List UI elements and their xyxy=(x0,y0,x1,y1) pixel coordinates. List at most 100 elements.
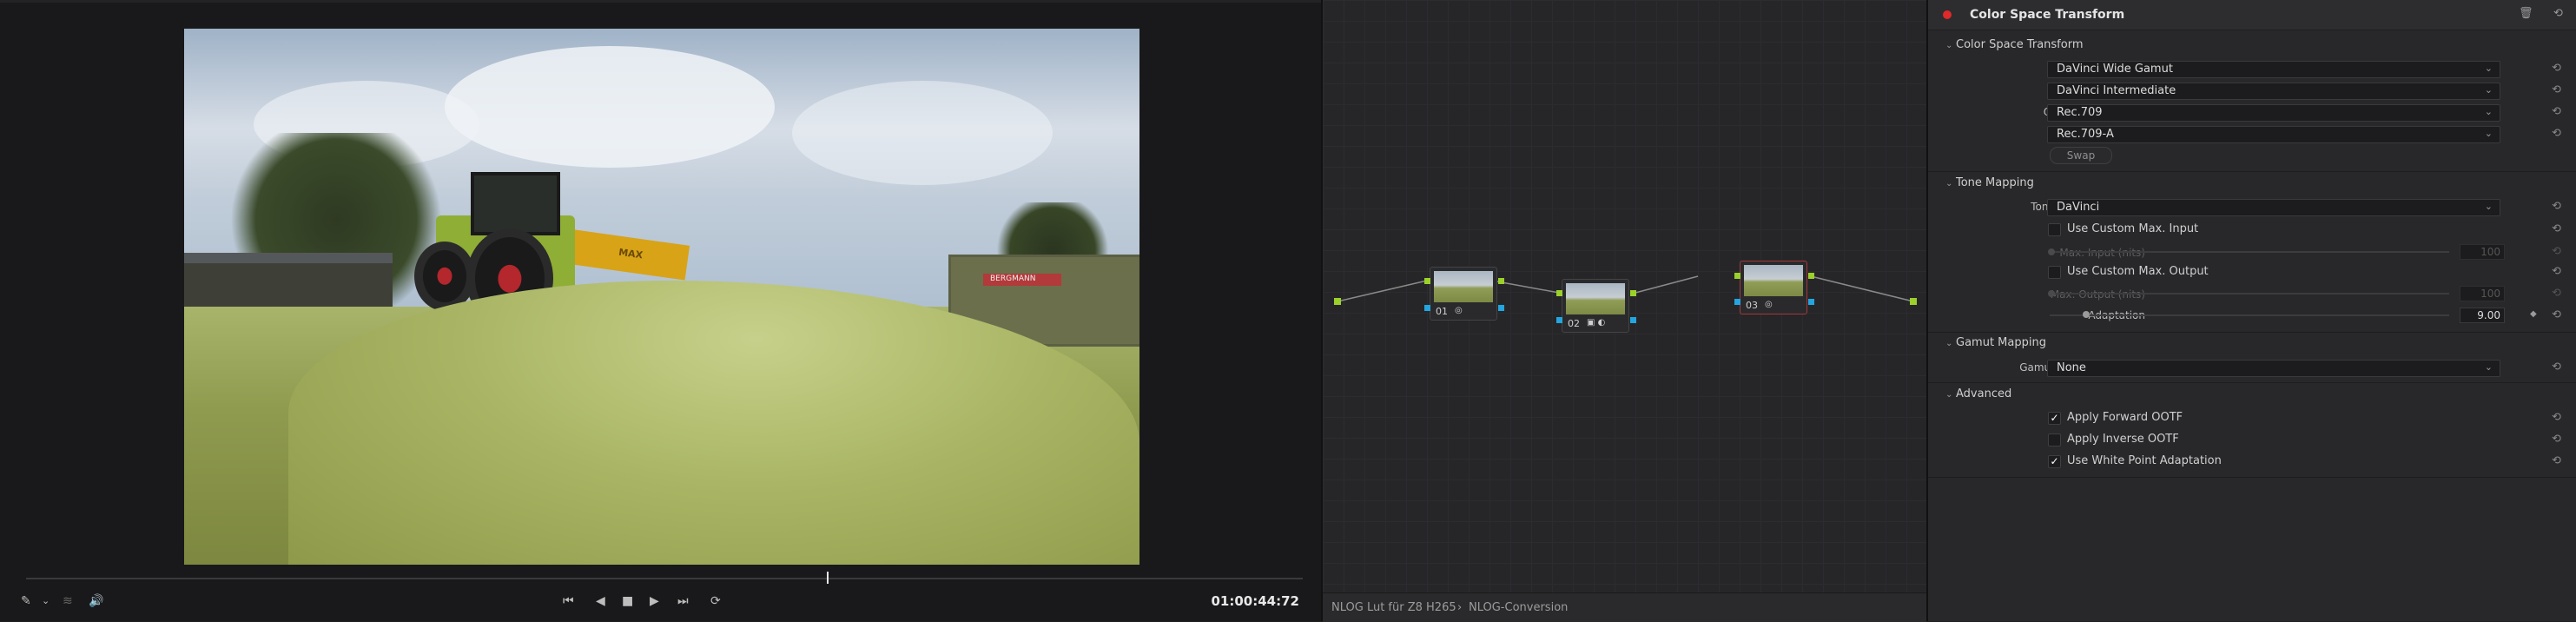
chevron-down-icon: ⌄ xyxy=(1945,41,1953,50)
divider xyxy=(1928,382,2576,383)
reset-icon[interactable]: ⟲ xyxy=(2552,265,2561,278)
gamut-mapping-method-dropdown[interactable]: None ⌄ xyxy=(2047,360,2500,377)
use-white-point-adaptation-checkbox[interactable]: ✓ xyxy=(2048,455,2061,468)
output-color-space-dropdown[interactable]: Rec.709 ⌄ xyxy=(2047,104,2500,122)
node-01-output-port[interactable] xyxy=(1498,278,1504,284)
chevron-down-icon: ⌄ xyxy=(1945,339,1953,348)
checkmark-icon: ✓ xyxy=(2050,455,2059,467)
breadcrumb-item-timeline[interactable]: NLOG Lut für Z8 H265 xyxy=(1331,601,1456,614)
node-02-input-port[interactable] xyxy=(1556,290,1562,296)
node-editor[interactable]: 01 ◎ 02 ▣ ◐ 03 ◎ xyxy=(1323,0,1926,621)
reset-icon[interactable]: ⟲ xyxy=(2552,308,2561,321)
adaptation-slider[interactable] xyxy=(2050,314,2449,316)
reset-icon[interactable]: ⟲ xyxy=(2552,83,2561,96)
node-02[interactable]: 02 ▣ ◐ xyxy=(1562,279,1629,333)
keyframe-diamond-icon[interactable]: ◆ xyxy=(2530,309,2537,319)
use-custom-max-output-checkbox[interactable] xyxy=(2048,266,2061,279)
node-01[interactable]: 01 ◎ xyxy=(1430,267,1497,321)
reset-icon[interactable]: ⟲ xyxy=(2552,62,2561,75)
reset-icon[interactable]: ⟲ xyxy=(2552,127,2561,140)
max-input-value: 100 xyxy=(2460,244,2505,260)
divider xyxy=(1928,477,2576,478)
divider xyxy=(1928,332,2576,333)
source-input-port xyxy=(1334,298,1341,305)
reset-icon[interactable]: ⟲ xyxy=(2552,361,2561,374)
section-gamut-mapping[interactable]: ⌄ Gamut Mapping xyxy=(1945,336,2046,349)
section-title: Tone Mapping xyxy=(1956,176,2034,189)
use-white-point-adaptation-label: Use White Point Adaptation xyxy=(2067,454,2222,467)
trash-icon[interactable]: 🗑 xyxy=(2519,7,2533,20)
node-03-key-input-port[interactable] xyxy=(1734,299,1740,305)
chevron-down-icon: ⌄ xyxy=(2484,106,2493,117)
timeline-scrubber[interactable] xyxy=(26,578,1303,579)
section-color-space-transform[interactable]: ⌄ Color Space Transform xyxy=(1945,38,2084,51)
chevron-down-icon: ⌄ xyxy=(2484,63,2493,74)
reset-all-icon[interactable]: ⟲ xyxy=(2553,7,2563,20)
node-02-key-output-port[interactable] xyxy=(1630,317,1636,323)
node-03-input-port[interactable] xyxy=(1734,273,1740,279)
input-gamma-value: DaVinci Intermediate xyxy=(2057,84,2176,97)
section-title: Color Space Transform xyxy=(1956,38,2084,51)
pen-tool-icon[interactable]: ✎ xyxy=(21,593,31,609)
play-button[interactable]: ▶ xyxy=(650,593,659,609)
section-advanced[interactable]: ⌄ Advanced xyxy=(1945,387,2011,400)
go-to-first-frame-button[interactable]: ⏮ xyxy=(563,593,574,609)
input-color-space-value: DaVinci Wide Gamut xyxy=(2057,63,2173,76)
node-03[interactable]: 03 ◎ xyxy=(1740,261,1807,314)
checkmark-icon: ✓ xyxy=(2050,412,2059,424)
node-01-input-port[interactable] xyxy=(1424,278,1430,284)
reset-icon[interactable]: ⟲ xyxy=(2552,433,2561,446)
breadcrumb-separator: › xyxy=(1457,601,1463,614)
input-gamma-dropdown[interactable]: DaVinci Intermediate ⌄ xyxy=(2047,83,2500,100)
tractor-cab xyxy=(471,172,560,235)
reset-icon[interactable]: ⟲ xyxy=(2552,200,2561,213)
reset-icon[interactable]: ⟲ xyxy=(2552,222,2561,235)
node-01-key-output-port[interactable] xyxy=(1498,305,1504,311)
reset-icon[interactable]: ⟲ xyxy=(2552,411,2561,424)
go-to-last-frame-button[interactable]: ⏭ xyxy=(677,593,689,609)
node-label: 03 xyxy=(1746,300,1758,311)
swap-button[interactable]: Swap xyxy=(2050,147,2112,164)
play-reverse-button[interactable]: ◀ xyxy=(596,593,605,609)
speaker-icon[interactable]: 🔊 xyxy=(89,593,103,609)
node-02-output-port[interactable] xyxy=(1630,290,1636,296)
use-custom-max-input-checkbox[interactable] xyxy=(2048,223,2061,236)
max-output-slider xyxy=(2050,293,2449,294)
node-03-output-port[interactable] xyxy=(1808,273,1814,279)
use-custom-max-input-label: Use Custom Max. Input xyxy=(2067,222,2199,235)
apply-inverse-ootf-checkbox[interactable] xyxy=(2048,433,2061,447)
breadcrumb-item-clip[interactable]: NLOG-Conversion xyxy=(1469,601,1568,614)
gamut-mapping-method-value: None xyxy=(2057,361,2086,374)
tool-menu-chevron-icon[interactable]: ⌄ xyxy=(42,593,50,609)
node-03-key-output-port[interactable] xyxy=(1808,299,1814,305)
adaptation-value-input[interactable]: 9.00 xyxy=(2460,308,2505,323)
max-input-slider-knob xyxy=(2048,248,2055,255)
effect-enable-toggle[interactable] xyxy=(1943,10,1952,19)
section-title: Gamut Mapping xyxy=(1956,336,2046,349)
adaptation-slider-knob[interactable] xyxy=(2083,311,2090,318)
inspector-title: Color Space Transform xyxy=(1970,8,2125,22)
chevron-down-icon: ⌄ xyxy=(1945,390,1953,400)
chevron-down-icon: ⌄ xyxy=(2484,201,2493,212)
max-input-label: Max. Input (nits) xyxy=(2059,247,2145,259)
reset-icon[interactable]: ⟲ xyxy=(2552,105,2561,118)
output-gamma-dropdown[interactable]: Rec.709-A ⌄ xyxy=(2047,126,2500,143)
node-01-key-input-port[interactable] xyxy=(1424,305,1430,311)
tone-mapping-method-dropdown[interactable]: DaVinci ⌄ xyxy=(2047,199,2500,216)
reset-icon: ⟲ xyxy=(2552,287,2561,300)
node-thumbnail xyxy=(1434,271,1493,302)
input-color-space-dropdown[interactable]: DaVinci Wide Gamut ⌄ xyxy=(2047,61,2500,78)
section-title: Advanced xyxy=(1956,387,2012,400)
viewer-image[interactable]: BERGMANN MAX xyxy=(184,29,1139,565)
section-tone-mapping[interactable]: ⌄ Tone Mapping xyxy=(1945,176,2034,189)
link-03-to-output xyxy=(1810,275,1914,302)
node-02-key-input-port[interactable] xyxy=(1556,317,1562,323)
stop-button[interactable]: ■ xyxy=(622,593,633,609)
reset-icon[interactable]: ⟲ xyxy=(2552,454,2561,467)
playhead[interactable] xyxy=(827,572,829,584)
max-input-slider xyxy=(2050,251,2449,253)
layers-icon[interactable]: ≋ xyxy=(63,593,73,609)
apply-forward-ootf-checkbox[interactable]: ✓ xyxy=(2048,412,2061,425)
loop-button[interactable]: ⟳ xyxy=(710,593,721,609)
link-source-to-01 xyxy=(1337,280,1428,302)
